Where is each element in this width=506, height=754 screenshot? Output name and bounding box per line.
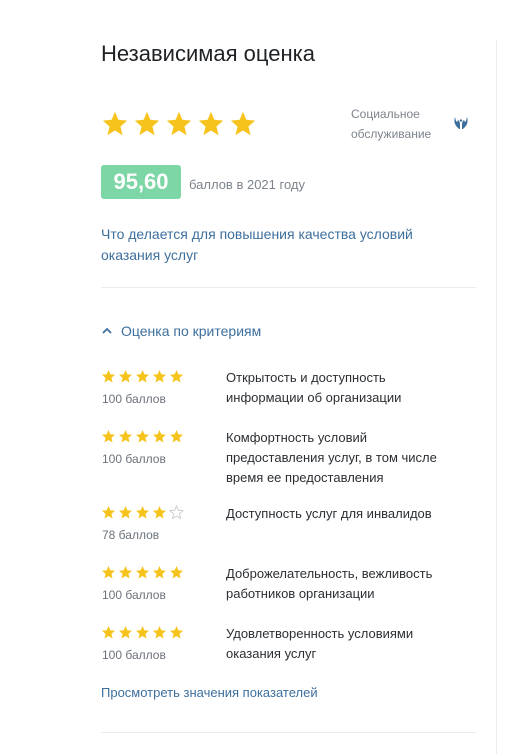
star-filled-icon bbox=[166, 111, 192, 136]
category-label: Социальное обслуживание bbox=[351, 107, 432, 141]
criteria-toggle-button[interactable]: Оценка по критериям bbox=[101, 322, 261, 340]
right-divider bbox=[496, 40, 497, 754]
criterion-points: 78 баллов bbox=[102, 528, 160, 542]
section-divider bbox=[101, 287, 476, 288]
star-filled-icon bbox=[119, 369, 132, 383]
criterion-label: Доступность услуг для инвалидов bbox=[226, 506, 432, 521]
star-filled-icon bbox=[136, 369, 149, 383]
star-filled-icon bbox=[136, 625, 149, 639]
criterion-stars bbox=[101, 565, 184, 580]
star-filled-icon bbox=[102, 625, 115, 639]
star-filled-icon bbox=[136, 565, 149, 579]
score-badge: 95,60 bbox=[101, 165, 181, 199]
criterion-points: 100 баллов bbox=[102, 392, 166, 406]
view-indicators-link[interactable]: Просмотреть значения показателей bbox=[101, 684, 318, 702]
star-filled-icon bbox=[153, 565, 166, 579]
criterion-stars bbox=[101, 505, 184, 520]
star-filled-icon bbox=[153, 625, 166, 639]
criterion-stars bbox=[101, 369, 184, 384]
criterion-points: 100 баллов bbox=[102, 648, 166, 662]
star-filled-icon bbox=[230, 111, 256, 136]
overall-rating-stars bbox=[101, 110, 257, 138]
star-empty-icon bbox=[169, 505, 184, 520]
star-filled-icon bbox=[102, 369, 115, 383]
star-filled-icon bbox=[153, 429, 166, 443]
chevron-up-icon bbox=[102, 327, 112, 334]
star-filled-icon bbox=[170, 429, 183, 443]
criteria-toggle-label: Оценка по критериям bbox=[121, 323, 262, 339]
criterion-stars bbox=[101, 429, 184, 444]
star-filled-icon bbox=[102, 565, 115, 579]
criterion-stars bbox=[101, 625, 184, 640]
star-filled-icon bbox=[102, 111, 128, 136]
bottom-divider bbox=[101, 732, 476, 733]
criterion-label: Комфортность условий предоставления услу… bbox=[226, 430, 437, 485]
criterion-label: Удовлетворенность условиями оказания усл… bbox=[226, 626, 414, 661]
star-filled-icon bbox=[136, 505, 149, 519]
star-filled-icon bbox=[198, 111, 224, 136]
star-filled-icon bbox=[119, 565, 132, 579]
star-filled-icon bbox=[119, 429, 132, 443]
star-filled-icon bbox=[153, 369, 166, 383]
quality-improvement-link[interactable]: Что делается для повышения качества усло… bbox=[101, 224, 461, 266]
criterion-label: Открытость и доступность информации об о… bbox=[226, 370, 402, 405]
star-filled-icon bbox=[170, 369, 183, 383]
star-filled-icon bbox=[102, 505, 115, 519]
criterion-points: 100 баллов bbox=[102, 452, 166, 466]
star-filled-icon bbox=[170, 625, 183, 639]
criterion-label: Доброжелательность, вежливость работнико… bbox=[226, 566, 433, 601]
star-filled-icon bbox=[134, 111, 160, 136]
criterion-points: 100 баллов bbox=[102, 588, 166, 602]
star-filled-icon bbox=[170, 565, 183, 579]
score-caption: баллов в 2021 году bbox=[189, 177, 305, 192]
star-filled-icon bbox=[119, 625, 132, 639]
page-title: Независимая оценка bbox=[101, 41, 315, 66]
hands-icon bbox=[454, 117, 468, 129]
independent-assessment-page: Независимая оценка Социальное обслуживан… bbox=[0, 0, 506, 754]
star-filled-icon bbox=[136, 429, 149, 443]
star-filled-icon bbox=[102, 429, 115, 443]
star-filled-icon bbox=[119, 505, 132, 519]
star-filled-icon bbox=[153, 505, 166, 519]
